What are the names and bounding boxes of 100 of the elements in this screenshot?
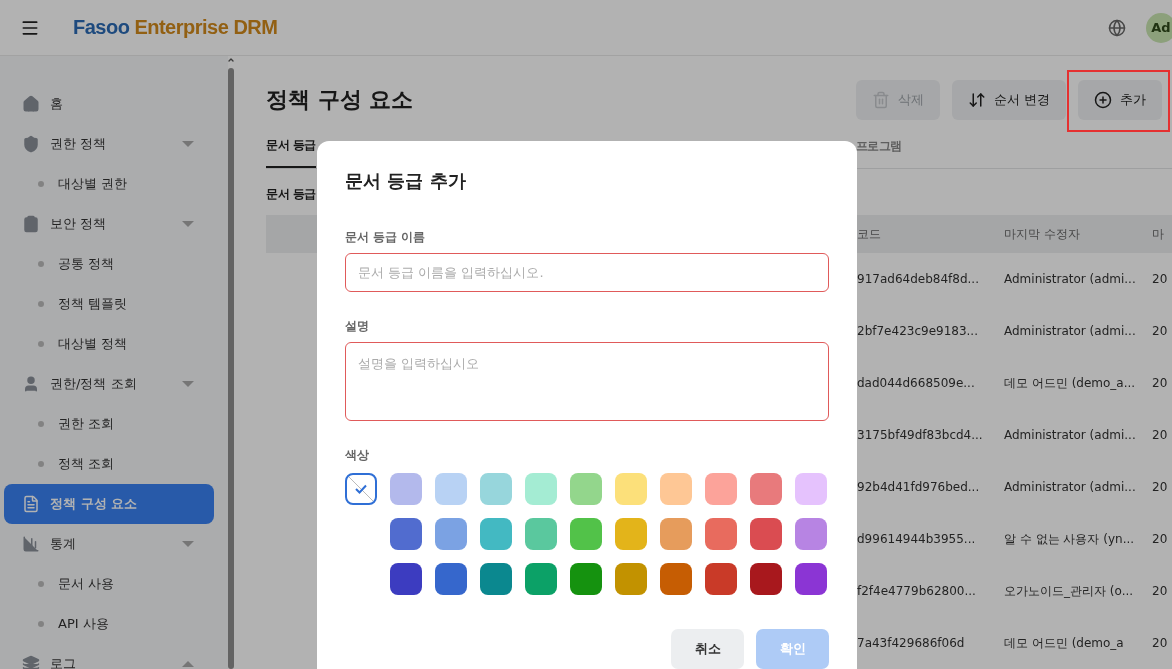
table-cell-text: 20 (1152, 479, 1169, 496)
scroll-up-icon[interactable] (227, 56, 235, 64)
color-swatch[interactable] (570, 473, 602, 505)
plus-circle-icon (1094, 91, 1112, 109)
user-icon (22, 375, 40, 393)
table-cell-text: 20 (1152, 583, 1169, 600)
color-swatch[interactable] (795, 518, 827, 550)
color-swatch[interactable] (615, 563, 647, 595)
sidebar-subitem[interactable]: 권한 조회 (4, 404, 214, 444)
color-swatch[interactable] (435, 518, 467, 550)
user-avatar[interactable]: Ad (1146, 12, 1172, 43)
sidebar-item[interactable]: 권한/정책 조회 (4, 364, 214, 404)
shield-icon (22, 135, 40, 153)
clipboard-icon (22, 215, 40, 233)
sidebar-item[interactable]: 로그 (4, 644, 214, 669)
sidebar-subitem[interactable]: API 사용 (4, 604, 214, 644)
column-header: 마 (1152, 225, 1165, 243)
table-cell-text: 20 (1152, 427, 1169, 444)
field-label: 설명 (345, 317, 370, 335)
table-cell-text: 오가노이드_관리자 (o... (1004, 582, 1135, 600)
sidebar-item[interactable]: 보안 정책 (4, 204, 214, 244)
sidebar-subitem[interactable]: 대상별 권한 (4, 164, 214, 204)
sidebar-subitem[interactable]: 문서 사용 (4, 564, 214, 604)
table-cell-text: 20 (1152, 323, 1169, 340)
color-swatch[interactable] (435, 473, 467, 505)
sort-icon (967, 91, 986, 109)
tab[interactable]: 문서 등급 (266, 124, 316, 169)
table-cell-text: 데모 어드민 (demo_a (1004, 634, 1125, 652)
color-swatch[interactable] (795, 563, 827, 595)
table-cell-text: 92b4d41fd976bed... (857, 479, 981, 496)
table-cell-text: 7a43f429686f06d (857, 635, 966, 652)
color-swatch[interactable] (660, 473, 692, 505)
color-swatch[interactable] (660, 563, 692, 595)
field-label: 문서 등급 이름 (345, 228, 427, 246)
color-swatch[interactable] (660, 518, 692, 550)
color-swatch[interactable] (480, 473, 512, 505)
column-header: 코드 (857, 225, 882, 243)
color-swatch[interactable] (480, 563, 512, 595)
cancel-button[interactable]: 취소 (671, 629, 744, 669)
color-swatch[interactable] (525, 563, 557, 595)
layers-icon (22, 655, 40, 669)
sidebar-subitem[interactable]: 공통 정책 (4, 244, 214, 284)
sidebar-item[interactable]: 통계 (4, 524, 214, 564)
action-button[interactable]: 추가 (1078, 80, 1162, 120)
table-cell-text: 20 (1152, 635, 1169, 652)
section-title: 문서 등급 (266, 185, 316, 203)
table-cell-text: d99614944b3955... (857, 531, 977, 548)
page-title: 정책 구성 요소 (266, 86, 415, 114)
caret-icon[interactable] (182, 140, 194, 148)
color-swatch[interactable] (795, 473, 827, 505)
column-header: 마지막 수정자 (1004, 225, 1081, 243)
trash-icon (871, 91, 890, 109)
color-swatch[interactable] (750, 518, 782, 550)
table-cell-text: 917ad64deb84f8d... (857, 271, 980, 288)
caret-icon[interactable] (182, 220, 194, 228)
color-swatch[interactable] (480, 518, 512, 550)
action-button[interactable]: 순서 변경 (951, 80, 1066, 120)
logo-text: Enterprise DRM (134, 16, 278, 39)
color-swatch[interactable] (705, 473, 737, 505)
color-swatch[interactable] (750, 563, 782, 595)
bar-chart-icon (22, 535, 40, 553)
caret-icon[interactable] (182, 660, 194, 668)
color-swatch[interactable] (615, 473, 647, 505)
table-cell-text: 알 수 없는 사용자 (yn... (1004, 530, 1136, 548)
color-swatch[interactable] (705, 563, 737, 595)
table-cell-text: Administrator (admi... (1004, 323, 1137, 340)
table-cell-text: Administrator (admi... (1004, 479, 1137, 496)
scrollbar-thumb[interactable] (228, 68, 234, 669)
sidebar-item[interactable]: 권한 정책 (4, 124, 214, 164)
color-swatch[interactable] (390, 563, 422, 595)
color-swatch[interactable] (390, 518, 422, 550)
color-swatch[interactable] (570, 563, 602, 595)
input-field[interactable]: 문서 등급 이름을 입력하십시오. (345, 253, 829, 292)
caret-icon[interactable] (182, 540, 194, 548)
dialog-title: 문서 등급 추가 (345, 169, 467, 193)
color-swatch[interactable] (615, 518, 647, 550)
no-color-swatch[interactable] (345, 473, 377, 505)
color-swatch[interactable] (525, 518, 557, 550)
table-cell-text: 데모 어드민 (demo_a... (1004, 374, 1137, 392)
sidebar-subitem[interactable]: 대상별 정책 (4, 324, 214, 364)
table-cell-text: Administrator (admi... (1004, 427, 1137, 444)
table-cell-text: dad044d668509e... (857, 375, 976, 392)
color-swatch[interactable] (570, 518, 602, 550)
table-cell-text: 20 (1152, 375, 1169, 392)
globe-icon[interactable] (1108, 18, 1126, 37)
color-swatch[interactable] (750, 473, 782, 505)
table-cell-text: Administrator (admi... (1004, 271, 1137, 288)
color-swatch[interactable] (525, 473, 557, 505)
table-cell-text: 20 (1152, 531, 1169, 548)
caret-icon[interactable] (182, 380, 194, 388)
color-swatch[interactable] (705, 518, 737, 550)
sidebar-subitem[interactable]: 정책 조회 (4, 444, 214, 484)
sidebar-subitem[interactable]: 정책 템플릿 (4, 284, 214, 324)
logo-text: Fasoo (73, 16, 130, 39)
field-label: 색상 (345, 446, 370, 464)
sidebar-item[interactable]: 홈 (4, 84, 214, 124)
home-icon (22, 95, 40, 113)
description-field[interactable]: 설명을 입력하십시오 (345, 342, 829, 421)
color-swatch[interactable] (390, 473, 422, 505)
color-swatch[interactable] (435, 563, 467, 595)
